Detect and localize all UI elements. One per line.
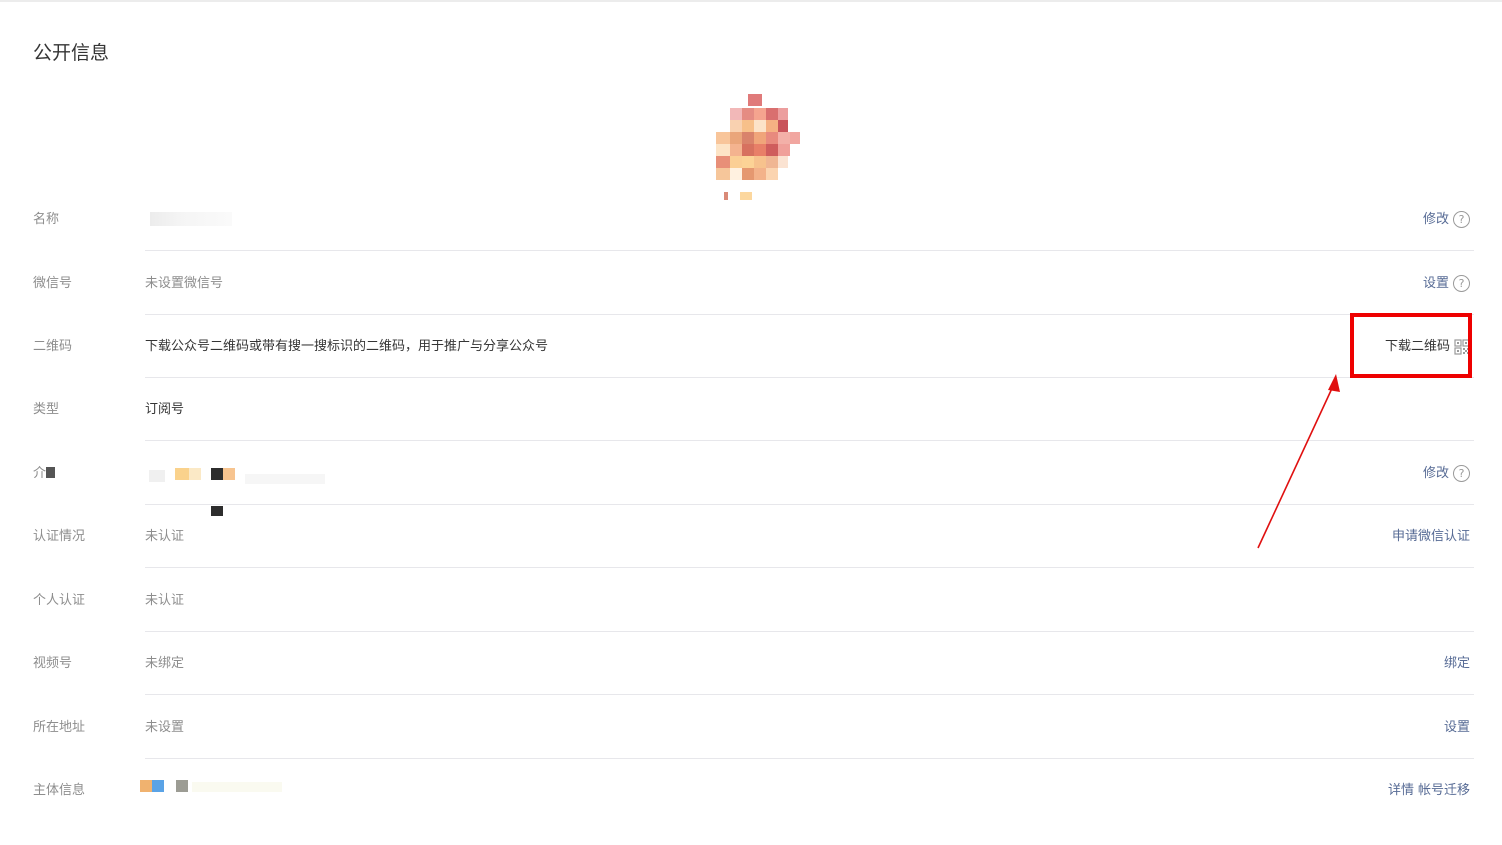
top-border xyxy=(0,0,1502,2)
type-label: 类型 xyxy=(33,402,60,417)
avatar xyxy=(710,90,802,202)
personal-verification-value: 未认证 xyxy=(145,593,185,608)
section-title: 公开信息 xyxy=(33,42,110,64)
apply-verification-link[interactable]: 申请微信认证 xyxy=(1392,505,1470,568)
row-address: 所在地址 未设置 设置 xyxy=(0,696,1502,759)
wechat-id-label: 微信号 xyxy=(33,276,73,291)
intro-label: 介 xyxy=(33,442,56,505)
question-circle-icon[interactable]: ? xyxy=(1453,275,1470,292)
edit-name-button[interactable]: 修改 ? xyxy=(1423,188,1470,251)
set-wechat-id-label: 设置 xyxy=(1422,276,1449,291)
row-wechat-id: 微信号 未设置微信号 设置 ? xyxy=(0,252,1502,315)
edit-intro-label: 修改 xyxy=(1422,466,1449,481)
verification-label: 认证情况 xyxy=(33,529,86,544)
address-label: 所在地址 xyxy=(33,720,86,735)
question-circle-icon[interactable]: ? xyxy=(1453,211,1470,228)
personal-verification-label: 个人认证 xyxy=(33,593,86,608)
video-value: 未绑定 xyxy=(145,656,185,671)
set-wechat-id-button[interactable]: 设置 ? xyxy=(1423,252,1470,315)
row-qrcode: 二维码 下载公众号二维码或带有搜一搜标识的二维码，用于推广与分享公众号 下载二维… xyxy=(0,315,1502,378)
entity-value-obscured xyxy=(140,780,340,796)
intro-label-text: 介 xyxy=(33,466,47,481)
annotation-arrow xyxy=(1257,374,1340,549)
row-entity: 主体信息 详情 帐号迁移 xyxy=(0,759,1502,822)
qrcode-label: 二维码 xyxy=(33,339,73,354)
wechat-id-value: 未设置微信号 xyxy=(145,276,224,291)
question-circle-icon[interactable]: ? xyxy=(1453,465,1470,482)
video-label: 视频号 xyxy=(33,656,73,671)
row-video: 视频号 未绑定 绑定 xyxy=(0,632,1502,695)
address-value: 未设置 xyxy=(145,720,185,735)
name-label: 名称 xyxy=(33,212,60,227)
verification-value: 未认证 xyxy=(145,529,185,544)
highlight-box xyxy=(1350,313,1472,378)
divider xyxy=(145,250,1474,251)
edit-name-label: 修改 xyxy=(1422,212,1449,227)
qrcode-description: 下载公众号二维码或带有搜一搜标识的二维码，用于推广与分享公众号 xyxy=(145,339,549,354)
entity-label: 主体信息 xyxy=(33,783,86,798)
set-address-link[interactable]: 设置 xyxy=(1444,696,1470,759)
entity-details-link[interactable]: 详情 xyxy=(1388,759,1414,822)
entity-migrate-link[interactable]: 帐号迁移 xyxy=(1418,759,1470,822)
divider xyxy=(145,567,1474,568)
divider xyxy=(145,694,1474,695)
bind-video-link[interactable]: 绑定 xyxy=(1444,632,1470,695)
type-value: 订阅号 xyxy=(145,402,185,417)
edit-intro-button[interactable]: 修改 ? xyxy=(1423,442,1470,505)
row-personal-verification: 个人认证 未认证 xyxy=(0,569,1502,632)
row-name: 名称 修改 ? xyxy=(0,188,1502,251)
intro-value-obscured xyxy=(145,442,445,516)
